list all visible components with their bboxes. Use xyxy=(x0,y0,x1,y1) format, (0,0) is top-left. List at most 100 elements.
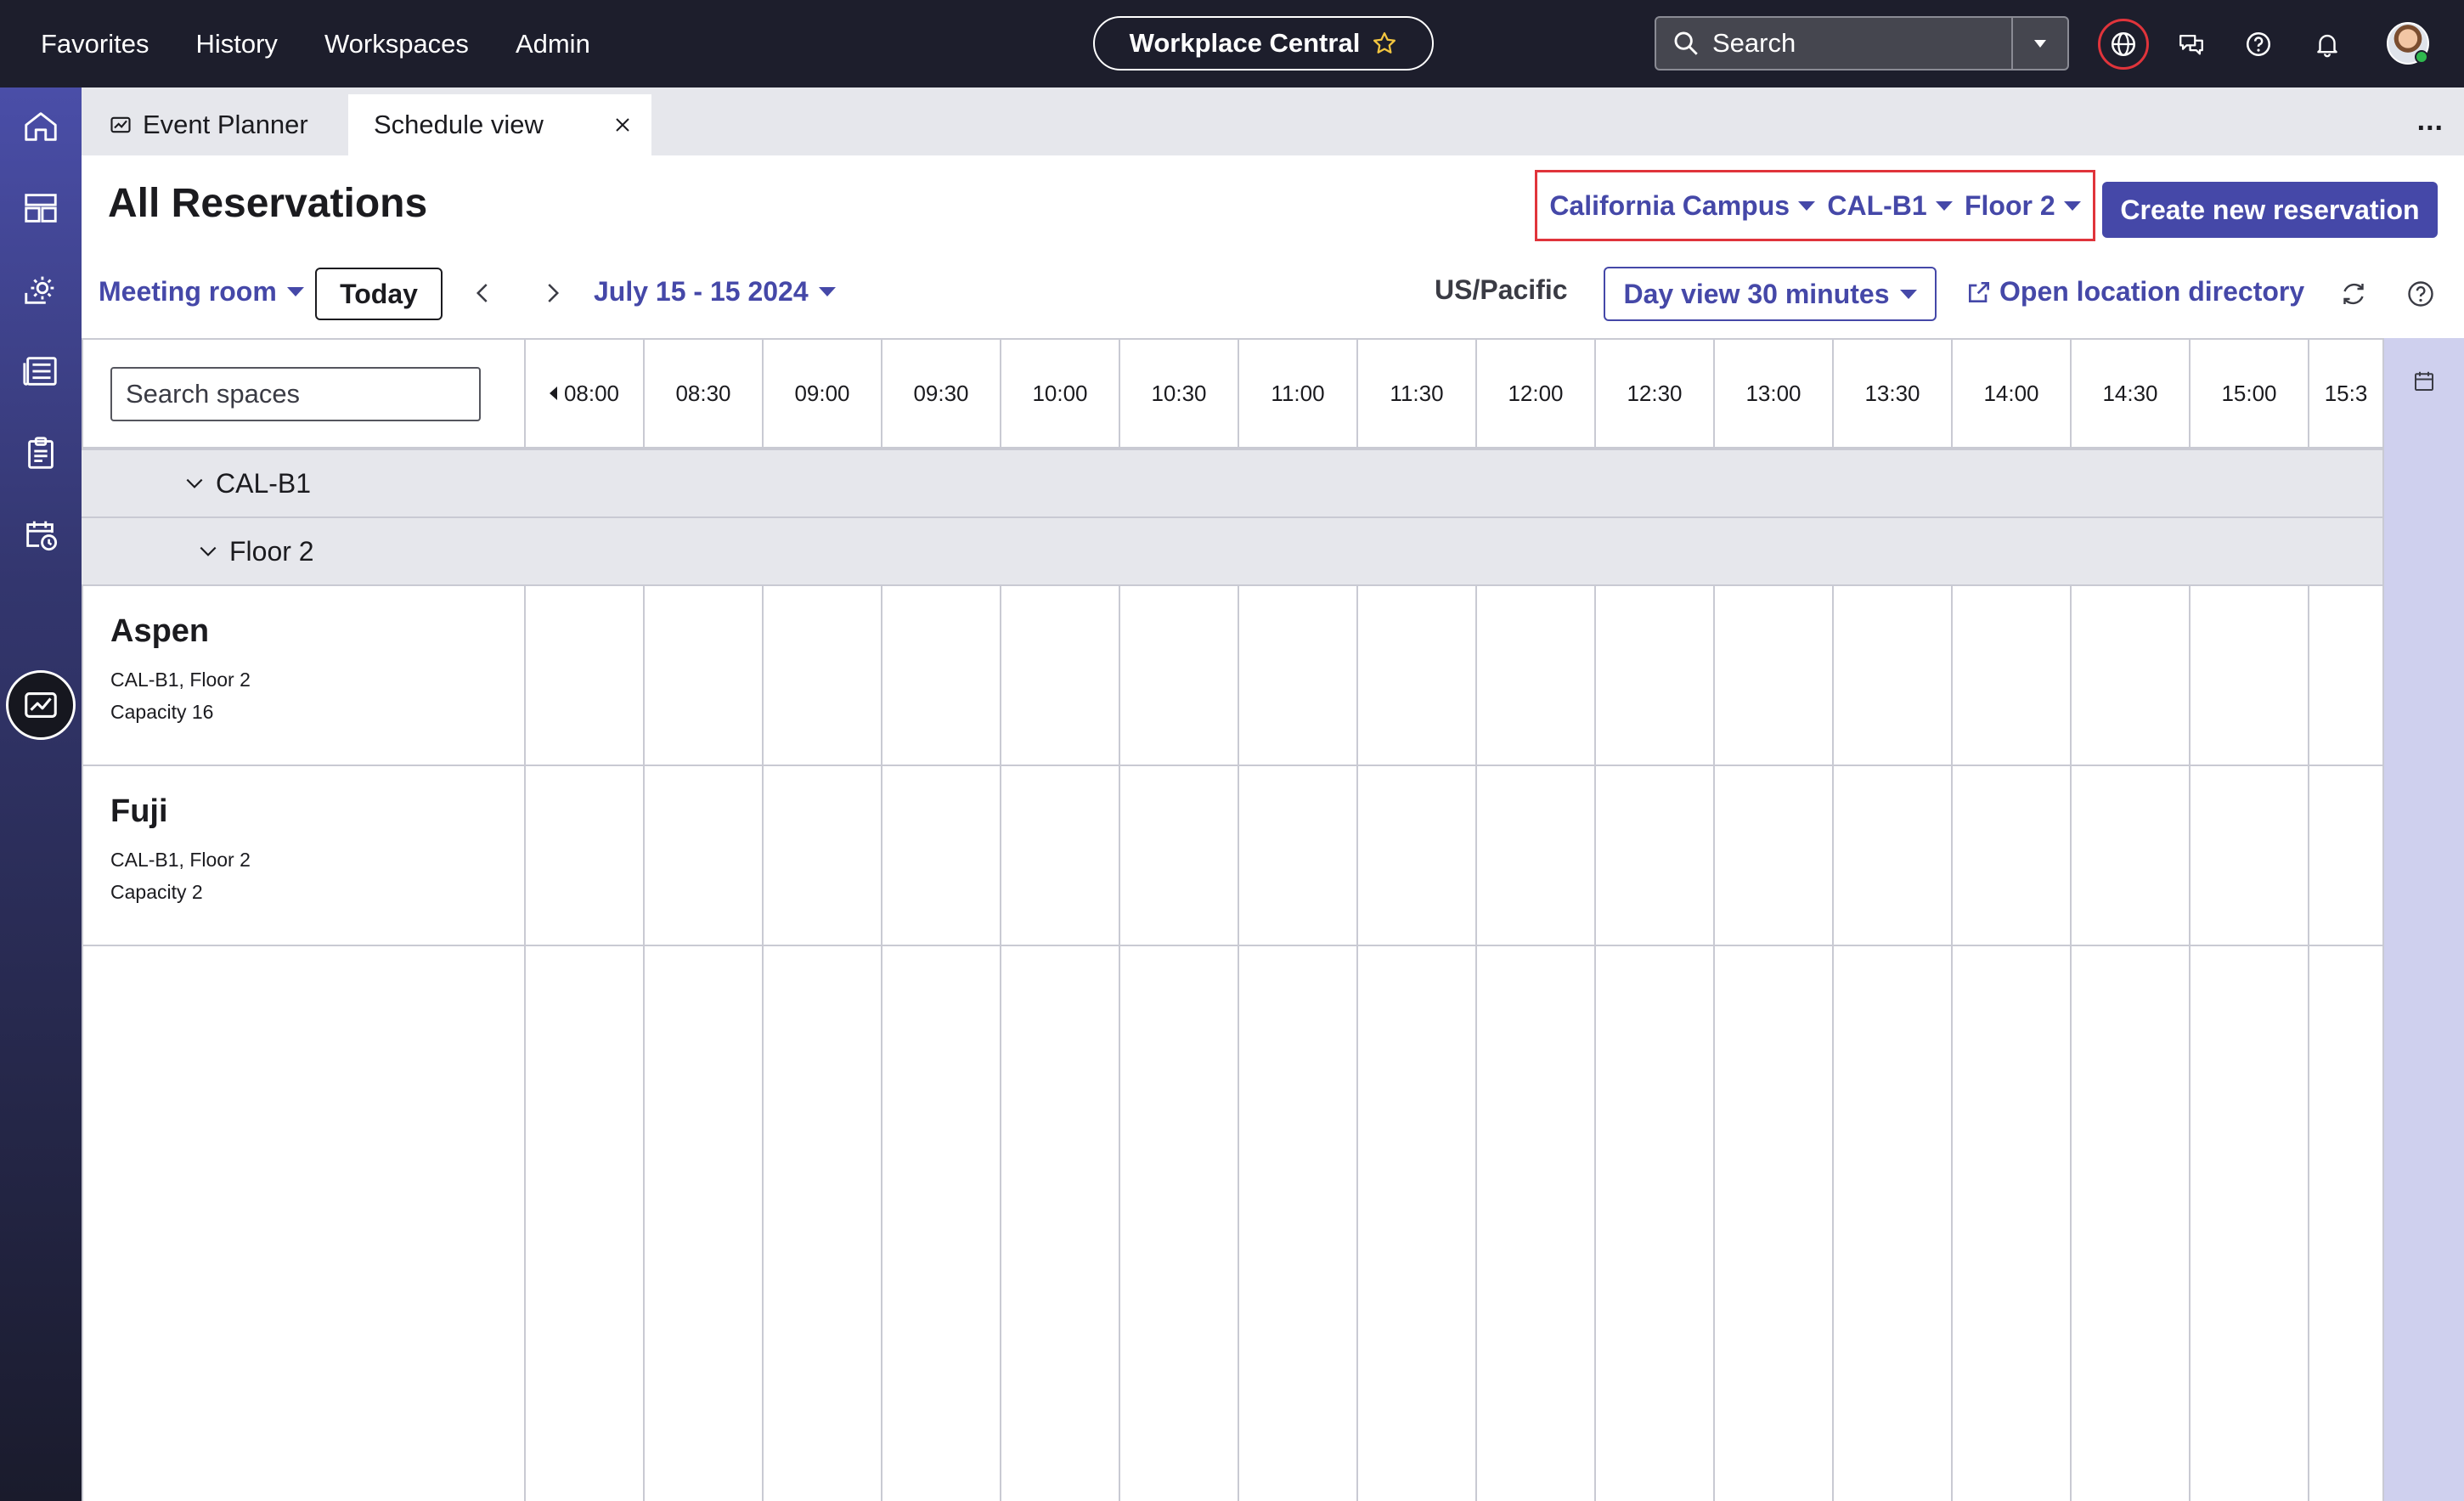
star-icon[interactable] xyxy=(1372,31,1397,56)
rail-home[interactable] xyxy=(20,106,61,147)
time-slot-header: 08:30 xyxy=(643,338,762,449)
date-range-label: July 15 - 15 2024 xyxy=(594,276,809,307)
left-rail xyxy=(0,87,82,1501)
grid-column-line xyxy=(643,584,645,1501)
building-label: CAL-B1 xyxy=(1827,189,1927,221)
tab-schedule-view[interactable]: Schedule view xyxy=(348,94,651,155)
room-capacity: Capacity 16 xyxy=(110,701,214,723)
grid-column-line xyxy=(1594,584,1596,1501)
time-slot-header: 15:3 xyxy=(2308,338,2382,449)
time-slot-label: 15:3 xyxy=(2324,380,2368,406)
time-slot-header: 11:00 xyxy=(1238,338,1356,449)
chevron-down-icon xyxy=(186,478,203,488)
event-planner-icon xyxy=(25,692,57,718)
nav-favorites[interactable]: Favorites xyxy=(41,29,149,59)
rail-tasks[interactable] xyxy=(20,432,61,473)
time-slot-label: 12:30 xyxy=(1627,380,1683,406)
room-name[interactable]: Aspen xyxy=(110,613,209,650)
tab-event-planner[interactable]: Event Planner xyxy=(93,94,324,155)
nav-admin[interactable]: Admin xyxy=(516,29,590,59)
time-slot-label: 10:00 xyxy=(1032,380,1088,406)
settings-gear-icon xyxy=(25,276,54,304)
nav-workspaces[interactable]: Workspaces xyxy=(324,29,469,59)
time-slot-header: 12:00 xyxy=(1475,338,1594,449)
grid-column-line xyxy=(1475,584,1477,1501)
time-slot-label: 12:00 xyxy=(1508,380,1564,406)
view-mode-dropdown[interactable]: Day view 30 minutes xyxy=(1604,267,1937,321)
space-type-dropdown[interactable]: Meeting room xyxy=(99,276,304,308)
room-location: CAL-B1, Floor 2 xyxy=(110,849,251,871)
grid-column-line xyxy=(1951,584,1953,1501)
grid-column-line xyxy=(1356,584,1358,1501)
news-icon xyxy=(23,357,57,386)
today-button[interactable]: Today xyxy=(315,268,443,320)
nav-history[interactable]: History xyxy=(195,29,277,59)
create-reservation-button[interactable]: Create new reservation xyxy=(2102,182,2438,238)
page-title: All Reservations xyxy=(108,181,428,226)
app-title: Workplace Central xyxy=(1129,28,1361,58)
floor-group-row[interactable]: Floor 2 xyxy=(82,516,2382,584)
time-slot-label: 13:00 xyxy=(1745,380,1801,406)
time-slot-header: 09:30 xyxy=(881,338,1000,449)
time-slot-header: 13:00 xyxy=(1713,338,1832,449)
refresh-icon[interactable] xyxy=(2338,279,2369,309)
search-scope-dropdown[interactable] xyxy=(2011,18,2067,69)
calendar-icon[interactable] xyxy=(2411,369,2437,394)
event-planner-icon xyxy=(110,116,131,133)
grid-column-line xyxy=(1238,584,1239,1501)
notifications-button[interactable] xyxy=(2302,19,2353,70)
grid-column-line xyxy=(1119,584,1120,1501)
grid-column-line xyxy=(2189,584,2191,1501)
help-button[interactable] xyxy=(2233,19,2284,70)
rail-calendar[interactable] xyxy=(20,514,61,555)
grid-column-line xyxy=(1713,584,1715,1501)
building-group-row[interactable]: CAL-B1 xyxy=(82,449,2382,516)
chevron-down-icon xyxy=(1899,289,1917,299)
chat-icon xyxy=(2179,34,2203,55)
help-icon[interactable] xyxy=(2405,279,2436,309)
close-icon[interactable] xyxy=(612,115,633,135)
row-divider xyxy=(82,584,2382,586)
time-slot-label: 11:00 xyxy=(1271,380,1325,406)
tab-label: Schedule view xyxy=(374,110,544,139)
right-side-panel xyxy=(2382,338,2464,1501)
campus-label: California Campus xyxy=(1549,189,1790,221)
rail-settings[interactable] xyxy=(20,269,61,310)
previous-date-icon[interactable] xyxy=(471,280,496,306)
next-date-icon[interactable] xyxy=(539,280,565,306)
search-spaces-field[interactable] xyxy=(110,367,481,421)
chevron-down-icon xyxy=(2034,40,2046,48)
time-slot-header: 12:30 xyxy=(1594,338,1713,449)
room-name[interactable]: Fuji xyxy=(110,793,168,830)
more-tabs-button[interactable]: ... xyxy=(2417,104,2444,138)
chevron-down-icon xyxy=(818,287,836,296)
campus-dropdown[interactable]: California Campus xyxy=(1549,189,1816,222)
rail-event-planner[interactable] xyxy=(6,670,76,740)
search-spaces-input[interactable] xyxy=(126,379,465,409)
globe-button[interactable] xyxy=(2098,19,2149,70)
grid-column-line xyxy=(1832,584,1834,1501)
date-range-dropdown[interactable]: July 15 - 15 2024 xyxy=(594,276,836,308)
help-icon xyxy=(2246,31,2271,57)
time-slot-header: 11:30 xyxy=(1356,338,1475,449)
global-search[interactable]: Search xyxy=(1655,16,2069,71)
app-title-pill[interactable]: Workplace Central xyxy=(1093,16,1434,71)
building-dropdown[interactable]: CAL-B1 xyxy=(1827,189,1953,222)
time-slot-label: 09:00 xyxy=(794,380,850,406)
time-slot-header: 10:30 xyxy=(1119,338,1238,449)
floor-dropdown[interactable]: Floor 2 xyxy=(1965,190,2081,222)
chat-button[interactable] xyxy=(2166,19,2217,70)
time-slot-label: 09:30 xyxy=(913,380,969,406)
bell-icon xyxy=(2317,34,2337,58)
grid-column-line xyxy=(1000,584,1001,1501)
open-location-directory-link[interactable]: Open location directory xyxy=(1965,276,2304,308)
search-label: Search xyxy=(1712,28,1796,58)
tab-bar: Event Planner Schedule view ... xyxy=(82,87,2464,155)
rail-news[interactable] xyxy=(20,351,61,392)
chevron-down-icon xyxy=(1935,200,1953,211)
scroll-left-icon[interactable] xyxy=(549,387,557,400)
chevron-down-icon xyxy=(1798,200,1816,211)
grid-column-line xyxy=(524,584,526,1501)
time-slot-header: 08:00 xyxy=(524,338,643,449)
rail-dashboard[interactable] xyxy=(20,188,61,229)
